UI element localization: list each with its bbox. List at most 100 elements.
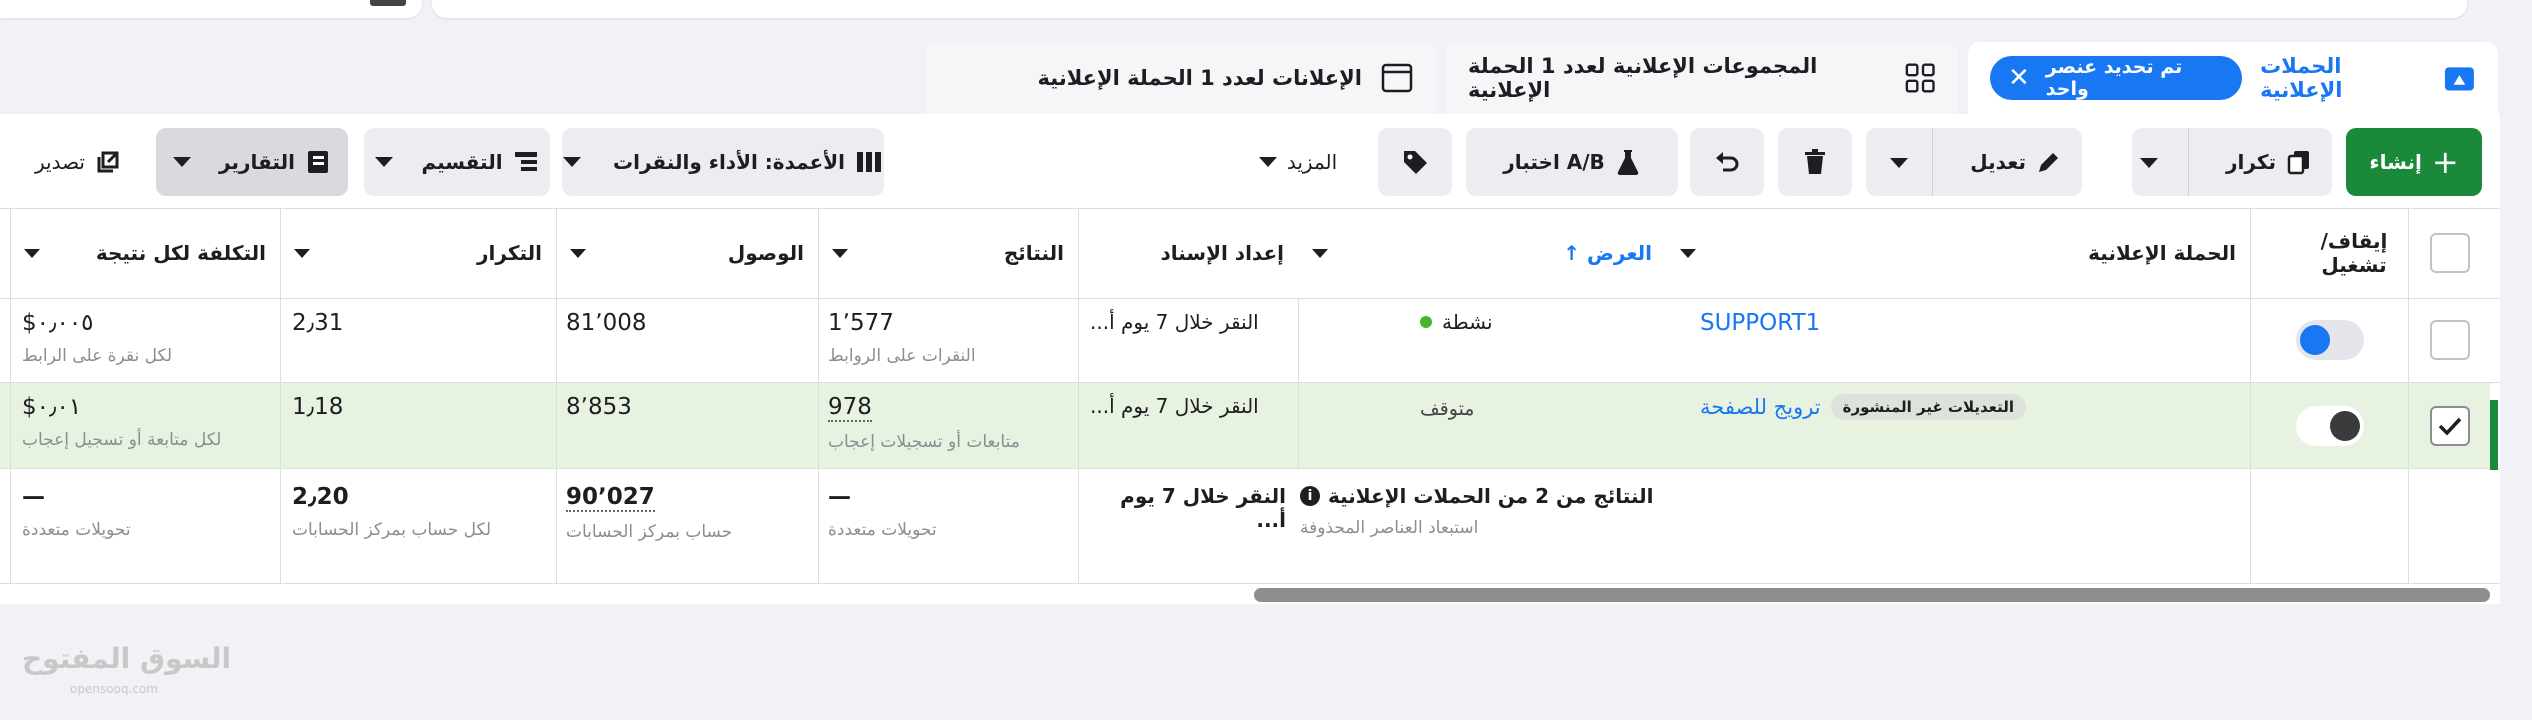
tab-ads[interactable]: الإعلانات لعدد 1 الحملة الإعلانية (926, 42, 1436, 114)
create-button[interactable]: + إنشاء (2346, 128, 2482, 196)
cost-cell: $٠٫٠٠٥ لكل نقرة على الرابط (22, 310, 173, 366)
edit-label: تعديل (1970, 150, 2026, 174)
columns-dropdown-icon (563, 157, 582, 167)
flask-icon (1617, 150, 1639, 176)
cost-sort-icon (24, 248, 40, 258)
tab-ads-label: الإعلانات لعدد 1 الحملة الإعلانية (1037, 66, 1362, 90)
summary-reach: 90٬027 حساب بمركز الحسابات (566, 484, 733, 542)
cost-cell: $٠٫٠١ لكل متابعة أو تسجيل إعجاب (22, 394, 222, 450)
trash-icon (1805, 149, 1825, 174)
toolbar: + إنشاء تكرار تعديل اختبار A/B المزيد ال… (0, 128, 2500, 198)
row-checkbox-checked[interactable] (2430, 406, 2470, 446)
header-frequency[interactable]: التكرار (280, 208, 556, 298)
sort-ascending-icon: ↑ (1563, 241, 1581, 265)
tag-icon (1404, 151, 1427, 174)
header-reach[interactable]: الوصول (556, 208, 818, 298)
reach-sort-icon (570, 248, 586, 258)
info-icon[interactable]: i (1300, 486, 1320, 506)
header-cost[interactable]: التكلفة لكل نتيجة (10, 208, 280, 298)
top-left-panel (0, 0, 422, 18)
delivery-sort-icon (1312, 248, 1328, 258)
header-delivery[interactable]: العرض ↑ (1298, 208, 1666, 298)
duplicate-icon (2287, 151, 2309, 175)
breakdown-label: التقسيم (421, 150, 503, 174)
summary-attribution: النقر خلال 7 يوم أ... (1120, 484, 1286, 532)
campaign-sort-icon (1680, 248, 1696, 258)
tag-button[interactable] (1378, 128, 1452, 196)
columns-button[interactable]: الأعمدة: الأداء والنقرات (562, 128, 884, 196)
attribution-setting: النقر خلال 7 يوم أ... (1090, 394, 1259, 418)
tab-campaigns[interactable]: الحملات الإعلانية تم تحديد عنصر واحد ✕ (1968, 42, 2498, 114)
active-status-dot (1420, 316, 1432, 328)
summary-frequency: 2٫20 لكل حساب بمركز الحسابات (292, 484, 492, 540)
more-button[interactable]: المزيد (1230, 128, 1366, 196)
plus-icon: + (2431, 143, 2459, 181)
watermark-url: opensooq.com (70, 682, 158, 696)
header-results[interactable]: النتائج (818, 208, 1078, 298)
results-cell: 1٬577 النقرات على الروابط (828, 310, 976, 366)
header-onoff[interactable]: إيقاف/ تشغيل (2250, 208, 2408, 298)
export-label: تصدير (34, 150, 85, 174)
more-label: المزيد (1286, 150, 1338, 174)
ab-test-label: اختبار A/B (1503, 150, 1605, 174)
selected-row-indicator (2490, 400, 2498, 470)
summary-title: النتائج من 2 من الحملات الإعلانية i استب… (1300, 484, 1654, 538)
undo-button[interactable] (1690, 128, 1764, 196)
reports-button[interactable]: التقارير (156, 128, 348, 196)
ads-window-icon (1381, 63, 1413, 93)
tab-campaigns-label: الحملات الإعلانية (2260, 54, 2343, 102)
duplicate-dropdown-icon[interactable] (2140, 158, 2158, 168)
tab-adsets[interactable]: المجموعات الإعلانية لعدد 1 الحملة الإعلا… (1446, 42, 1958, 114)
campaign-folder-icon (2445, 67, 2475, 91)
pencil-icon (2039, 153, 2058, 172)
ab-test-button[interactable]: اختبار A/B (1466, 128, 1678, 196)
delete-button[interactable] (1778, 128, 1852, 196)
header-campaign[interactable]: الحملة الإعلانية (1666, 208, 2250, 298)
delivery-status: متوقف (1420, 398, 1475, 420)
adsets-grid-icon (1905, 63, 1935, 93)
selection-pill[interactable]: تم تحديد عنصر واحد ✕ (1990, 56, 2243, 100)
frequency-cell: 1٫18 (292, 394, 344, 420)
clear-selection-icon[interactable]: ✕ (2008, 65, 2030, 91)
reach-cell: 81٬008 (566, 310, 647, 336)
unpublished-edits-badge: التعديلات غير المنشورة (1830, 394, 2027, 420)
campaign-name[interactable]: SUPPORT1 (1700, 310, 2235, 336)
campaign-toggle-on[interactable] (2296, 320, 2364, 360)
results-cell: 978 متابعات أو تسجيلات إعجاب (828, 394, 1020, 452)
undo-icon (1716, 152, 1739, 172)
tab-adsets-label: المجموعات الإعلانية لعدد 1 الحملة الإعلا… (1468, 54, 1818, 102)
create-label: إنشاء (2369, 150, 2422, 174)
checkmark-icon (2438, 417, 2462, 436)
horizontal-scrollbar[interactable] (1254, 588, 2490, 602)
watermark-logo: السوق المفتوح (22, 642, 232, 675)
delivery-status: نشطة (1420, 310, 1652, 334)
selection-count: تم تحديد عنصر واحد (2045, 56, 2183, 100)
campaigns-table: إيقاف/ تشغيل الحملة الإعلانية العرض ↑ إع… (0, 208, 2500, 584)
header-attribution[interactable]: إعداد الإسناد (1078, 208, 1298, 298)
summary-cost: — تحويلات متعددة (22, 484, 131, 540)
export-icon (97, 151, 119, 173)
row-checkbox[interactable] (2430, 320, 2470, 360)
attribution-setting: النقر خلال 7 يوم أ... (1090, 310, 1259, 334)
top-left-button[interactable] (370, 0, 406, 6)
columns-label: الأعمدة: الأداء والنقرات (613, 150, 845, 174)
reach-cell: 8٬853 (566, 394, 632, 420)
breakdown-button[interactable]: التقسيم (364, 128, 550, 196)
campaign-name[interactable]: التعديلات غير المنشورة ترويج للصفحة (1700, 394, 2235, 420)
duplicate-label: تكرار (2226, 150, 2276, 174)
reports-dropdown-icon (173, 157, 192, 167)
breakdown-icon (514, 152, 537, 171)
columns-icon (856, 152, 881, 172)
duplicate-button[interactable]: تكرار (2132, 128, 2332, 196)
select-all-checkbox[interactable] (2430, 233, 2470, 273)
reports-book-icon (307, 151, 328, 173)
breakdown-dropdown-icon (375, 157, 394, 167)
edit-dropdown-icon[interactable] (1890, 158, 1908, 168)
export-button[interactable]: تصدير (10, 128, 146, 196)
top-search-panel (432, 0, 2467, 18)
results-sort-icon (832, 248, 848, 258)
campaign-toggle-off[interactable] (2296, 406, 2364, 446)
frequency-sort-icon (294, 248, 310, 258)
summary-results: — تحويلات متعددة (828, 484, 937, 540)
frequency-cell: 2٫31 (292, 310, 344, 336)
